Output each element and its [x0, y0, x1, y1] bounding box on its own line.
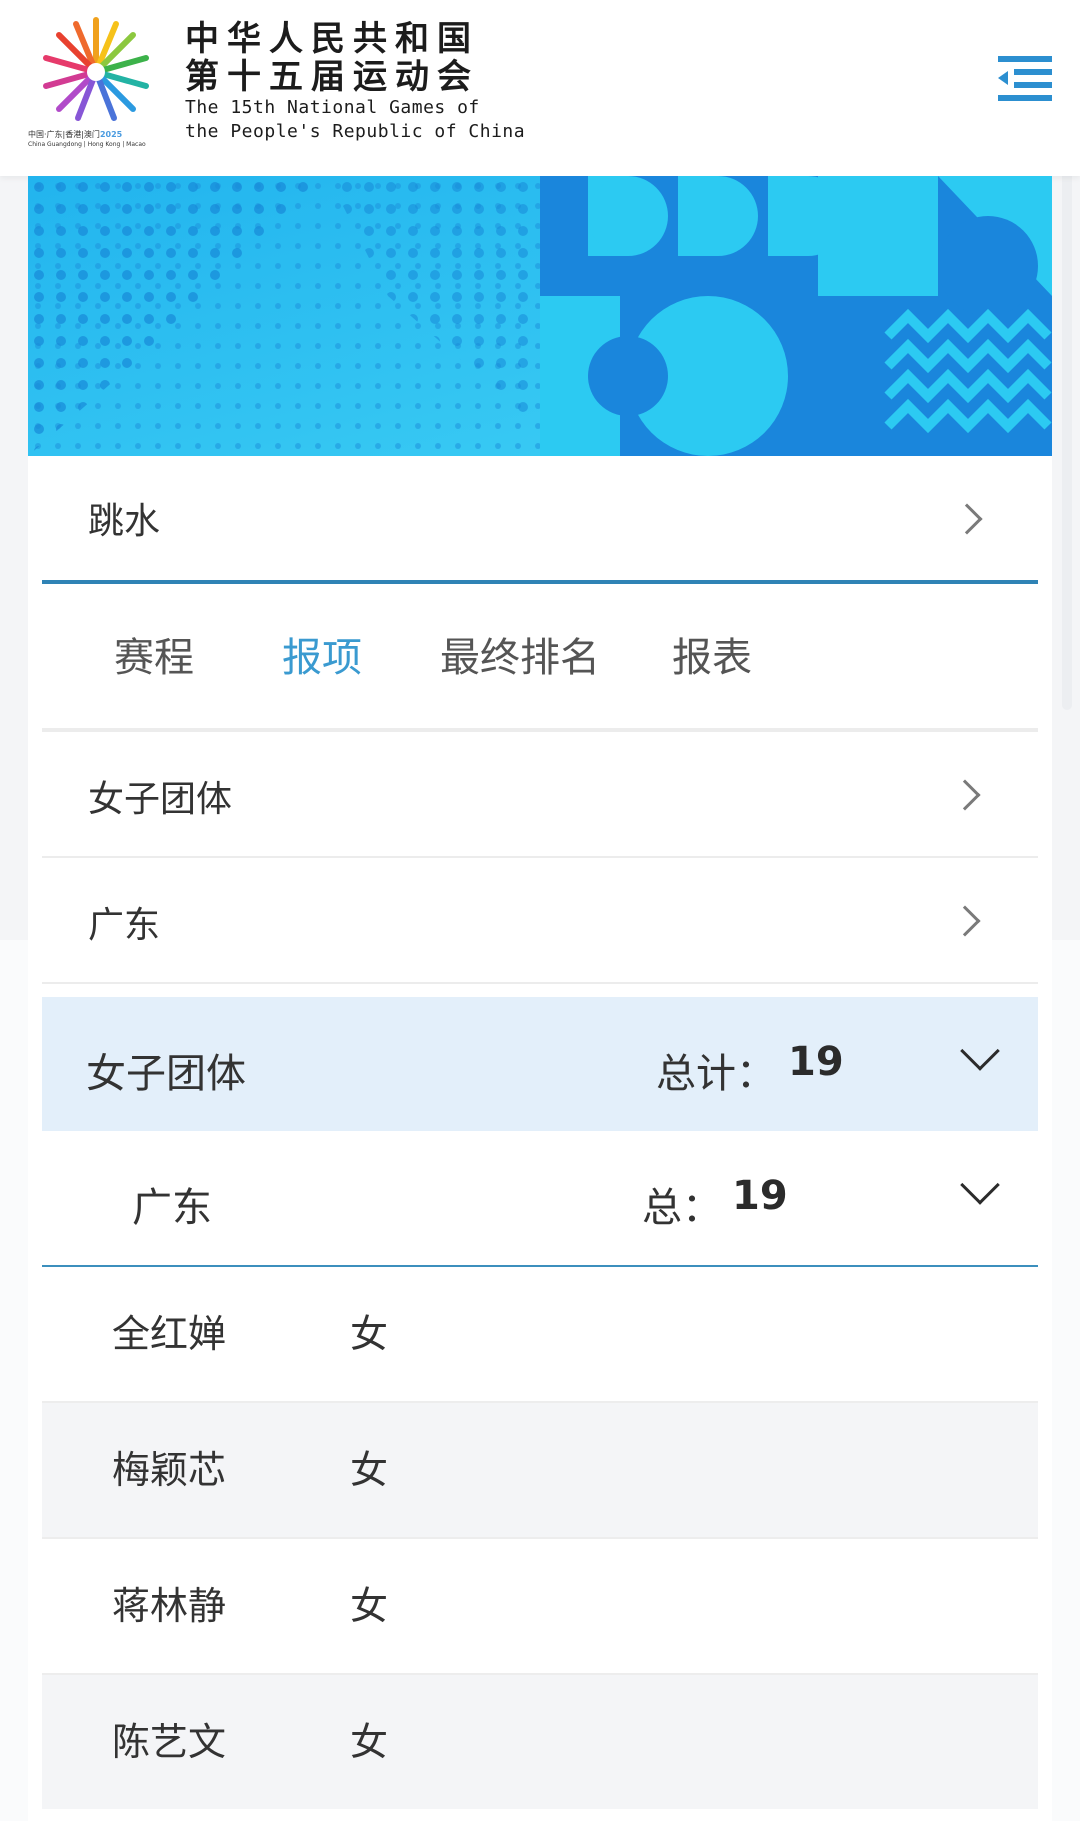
tab-schedule[interactable]: 赛程 — [114, 588, 194, 728]
chevron-down-icon — [960, 1031, 1000, 1071]
title-cn-line2: 第十五届运动会 — [185, 57, 479, 97]
section-divider — [42, 580, 1038, 584]
delegation-filter[interactable]: 广东 — [42, 858, 1038, 982]
chevron-right-icon — [949, 779, 981, 811]
chevron-down-icon — [960, 1165, 1000, 1205]
tab-final-ranking[interactable]: 最终排名 — [440, 588, 600, 728]
athlete-name: 梅颖芯 — [112, 1448, 227, 1492]
athlete-name: 全红婵 — [112, 1312, 227, 1356]
menu-indent-icon — [998, 56, 1052, 101]
title-en-line1: The 15th National Games of — [185, 97, 480, 118]
main-card: 跳水 赛程 报项 最终排名 报表 女子团体 广东 女子团体 总计： 19 广东 … — [28, 176, 1052, 1821]
athlete-row[interactable]: 陈艺文 女 — [42, 1675, 1038, 1809]
event-total-label: 总计： — [656, 1051, 776, 1097]
site-header: 中国·广东|香港|澳门2025 China Guangdong | Hong K… — [0, 0, 1080, 176]
athlete-gender: 女 — [350, 1312, 389, 1356]
athlete-row[interactable]: 蒋林静 女 — [42, 1539, 1038, 1673]
logo-flower-icon — [43, 17, 149, 121]
delegation-group-header[interactable]: 广东 总： 19 — [42, 1131, 1038, 1265]
title-cn-line1: 中华人民共和国 — [185, 19, 479, 59]
athlete-row[interactable]: 全红婵 女 — [42, 1267, 1038, 1401]
delegation-total-value: 19 — [732, 1173, 788, 1219]
chevron-right-icon — [951, 503, 983, 535]
athlete-gender: 女 — [350, 1584, 389, 1628]
event-group-title: 女子团体 — [86, 1051, 246, 1097]
title-en-line2: the People's Republic of China — [185, 121, 526, 142]
row-divider — [42, 982, 1038, 984]
athlete-gender: 女 — [350, 1448, 389, 1492]
games-logo[interactable]: 中国·广东|香港|澳门2025 China Guangdong | Hong K… — [28, 14, 164, 154]
site-title: 中华人民共和国 第十五届运动会 The 15th National Games … — [185, 20, 525, 144]
athlete-name: 陈艺文 — [112, 1720, 227, 1764]
event-filter[interactable]: 女子团体 — [42, 732, 1038, 856]
menu-button[interactable] — [994, 52, 1054, 108]
logo-caption-cn: 中国·广东|香港|澳门 — [28, 130, 100, 139]
delegation-group-title: 广东 — [132, 1185, 212, 1231]
athlete-gender: 女 — [350, 1720, 389, 1764]
tab-reports[interactable]: 报表 — [672, 588, 752, 728]
event-group-header[interactable]: 女子团体 总计： 19 — [42, 997, 1038, 1131]
banner-image — [28, 176, 1052, 456]
sport-selector[interactable]: 跳水 — [28, 456, 1052, 584]
delegation-filter-label: 广东 — [88, 905, 161, 946]
logo-caption: 中国·广东|香港|澳门2025 China Guangdong | Hong K… — [28, 130, 164, 149]
logo-caption-year: 2025 — [99, 130, 123, 139]
event-total-value: 19 — [788, 1039, 844, 1085]
delegation-total-label: 总： — [642, 1185, 722, 1231]
logo-caption-en: China Guangdong | Hong Kong | Macao — [28, 141, 146, 148]
athlete-name: 蒋林静 — [112, 1584, 227, 1628]
event-filter-label: 女子团体 — [88, 779, 233, 820]
sport-label: 跳水 — [88, 501, 161, 542]
athlete-row[interactable]: 梅颖芯 女 — [42, 1403, 1038, 1537]
tab-entries[interactable]: 报项 — [282, 588, 362, 728]
chevron-right-icon — [949, 905, 981, 937]
tab-bar: 赛程 报项 最终排名 报表 — [42, 588, 1038, 728]
